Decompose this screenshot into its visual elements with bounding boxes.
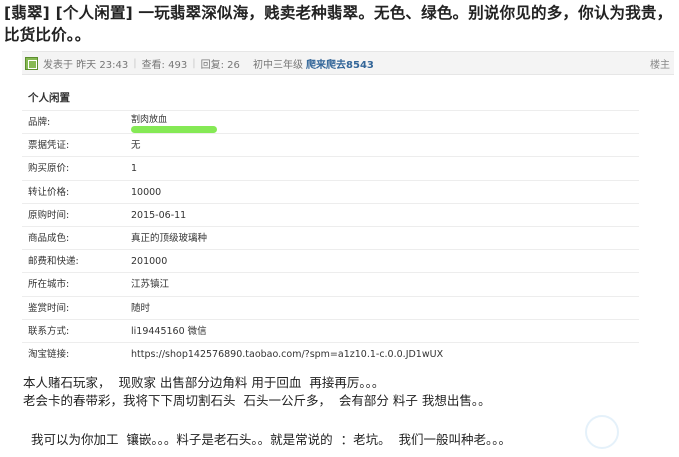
info-label: 淘宝链接:	[28, 348, 70, 360]
info-row-shipping: 邮费和快递: 201000	[22, 249, 639, 272]
info-row-taobao-link: 淘宝链接: https://shop142576890.taobao.com/?…	[22, 341, 639, 365]
info-value: 随时	[131, 302, 151, 314]
poster-icon	[25, 56, 38, 70]
watermark-logo-icon	[585, 415, 619, 449]
info-row-original-price: 购买原价: 1	[22, 156, 639, 179]
info-value: 10000	[131, 186, 162, 198]
info-label: 所在城市:	[28, 279, 70, 291]
post-time: 发表于 昨天 23:43	[43, 59, 129, 71]
user-level: 初中三年级	[253, 59, 304, 71]
info-value: 201000	[131, 256, 168, 268]
info-row-viewing-time: 鉴赏时间: 随时	[22, 295, 639, 319]
reply-count: 回复: 26	[200, 59, 240, 71]
view-count: 查看: 493	[141, 59, 188, 71]
info-row-transfer-price: 转让价格: 10000	[22, 179, 639, 203]
post-body-line: 我可以为你加工 镶嵌。。。料子是老石头。。就是常说的 ：老坑。 我们一般叫种老。…	[23, 432, 512, 447]
info-row-contact: 联系方式: li19445160 微信	[22, 318, 639, 342]
author-link[interactable]: 爬来爬去8543	[306, 56, 374, 71]
green-scribble	[131, 126, 217, 133]
post-body-line: 本人赌石玩家， 现败家 出售部分边角料 用于回血 再接再厉。。。	[23, 375, 385, 390]
post-body-line: 老会卡的春带彩，我将下下周切割石头 石头一公斤多， 会有部分 料子 我想出售。。	[23, 393, 491, 408]
info-value: 1	[131, 163, 138, 175]
info-label: 原购时间:	[28, 209, 70, 221]
info-label: 联系方式:	[28, 325, 70, 337]
site-watermark	[585, 409, 677, 453]
info-label: 品牌:	[28, 117, 51, 128]
post-meta-bar: 发表于 昨天 23:43 | 查看: 493 | 回复: 26 初中三年级 爬来…	[22, 51, 674, 75]
post-title: [翡翠] [个人闲置] 一玩翡翠深似海，贱卖老种翡翠。无色、绿色。别说你见的多，…	[4, 4, 673, 44]
info-row-city: 所在城市: 江苏镇江	[22, 272, 639, 295]
info-value: 真正的顶级玻璃种	[131, 232, 208, 244]
info-row-receipt: 票据凭证: 无	[22, 133, 639, 156]
info-row-brand: 品牌: 割肉放血	[22, 110, 639, 133]
item-info-table: 个人闲置 品牌: 割肉放血 票据凭证: 无 购买原价: 1 转让价格: 1000…	[22, 86, 639, 365]
info-value: 割肉放血	[123, 111, 217, 133]
info-heading: 个人闲置	[28, 92, 70, 104]
info-value: 江苏镇江	[131, 279, 170, 291]
info-value: li19445160 微信	[131, 325, 207, 337]
info-value: 2015-06-11	[131, 209, 187, 221]
taobao-link[interactable]: https://shop142576890.taobao.com/?spm=a1…	[123, 343, 443, 365]
info-label: 鉴赏时间:	[28, 302, 70, 314]
info-row-condition: 商品成色: 真正的顶级玻璃种	[22, 225, 639, 249]
info-label: 商品成色:	[28, 232, 70, 244]
info-label: 票据凭证:	[28, 140, 70, 152]
info-label: 购买原价:	[28, 163, 70, 175]
info-value: 无	[131, 140, 141, 152]
info-label: 转让价格:	[28, 186, 70, 198]
floor-label: 楼主	[650, 59, 670, 71]
info-label: 邮费和快递:	[28, 256, 79, 268]
info-row-purchase-date: 原购时间: 2015-06-11	[22, 202, 639, 226]
